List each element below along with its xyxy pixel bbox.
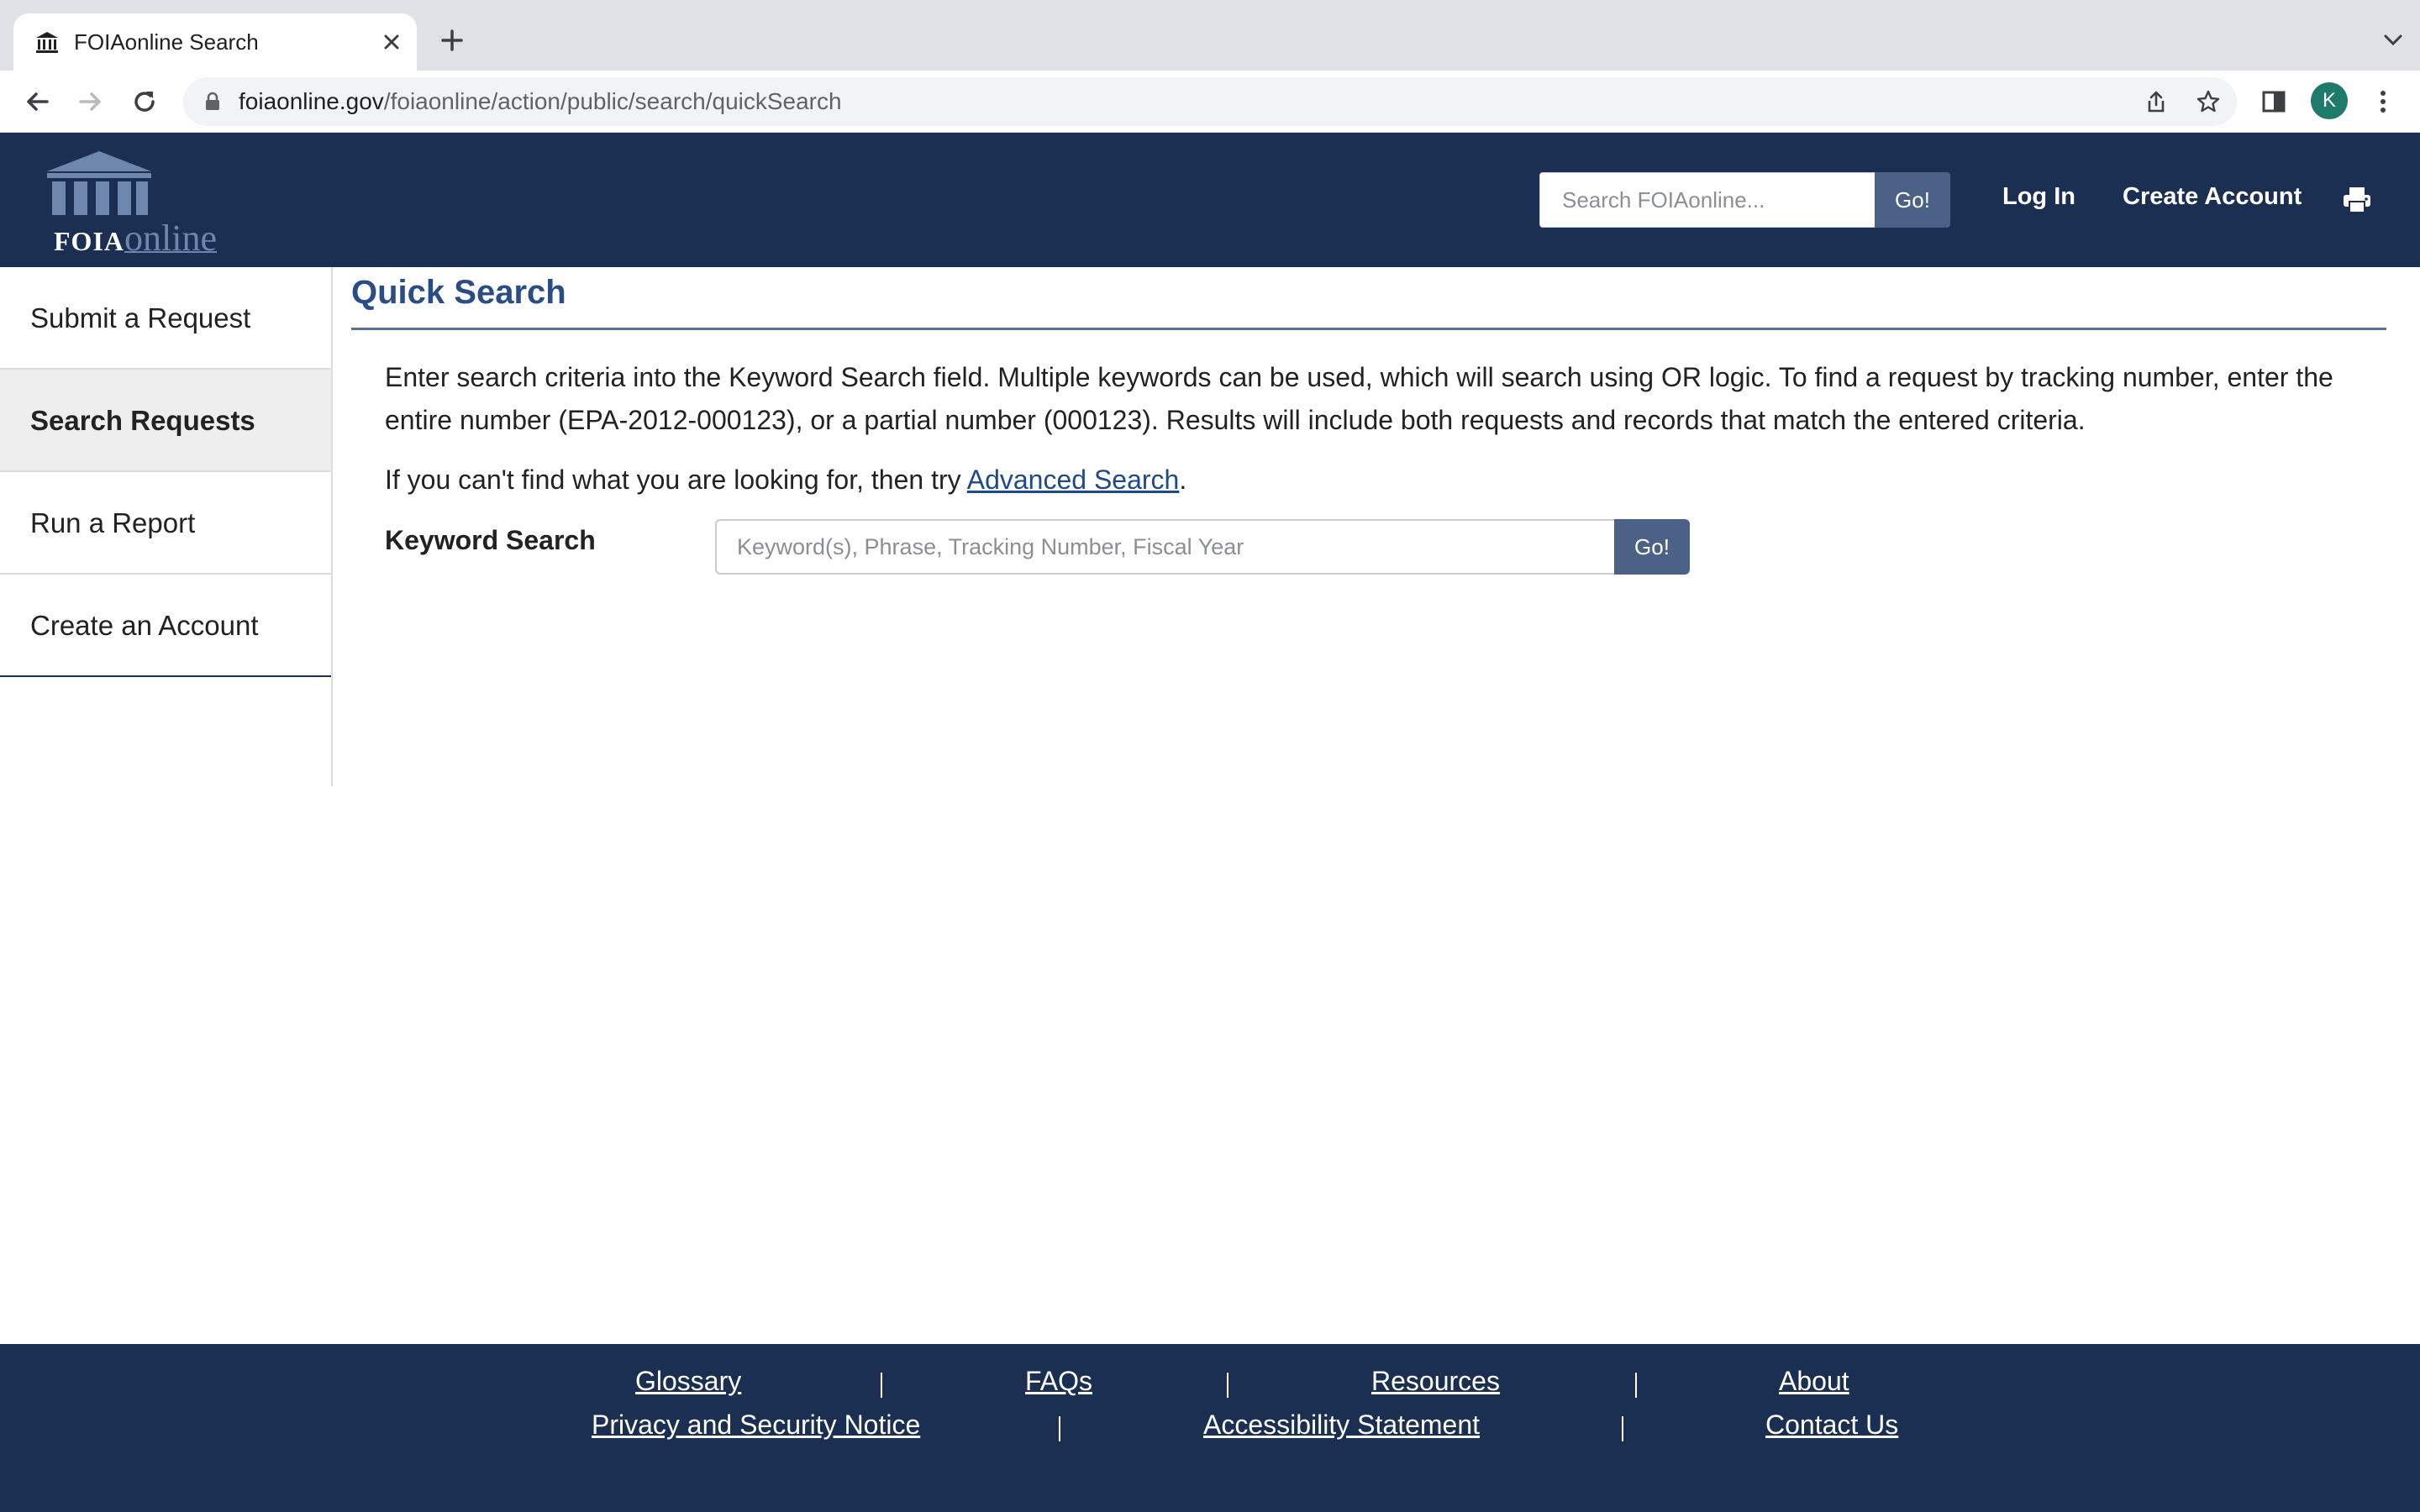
sidebar-item-search-requests[interactable]: Search Requests	[0, 370, 331, 472]
browser-toolbar: foiaonline.gov/foiaonline/action/public/…	[0, 71, 2420, 133]
url-host: foiaonline.gov	[239, 88, 384, 114]
create-account-link[interactable]: Create Account	[2123, 183, 2302, 211]
printer-icon[interactable]	[2341, 185, 2373, 215]
logo-foia-text: FOIA	[54, 226, 124, 256]
title-divider	[351, 328, 2386, 330]
browser-tab[interactable]: FOIAonline Search	[13, 13, 417, 71]
lock-icon	[206, 92, 219, 110]
building-icon	[36, 32, 58, 53]
star-icon[interactable]	[2195, 88, 2222, 115]
footer-separator	[881, 1373, 882, 1398]
side-panel-icon[interactable]	[2257, 85, 2291, 118]
footer-link-contact[interactable]: Contact Us	[1765, 1410, 1898, 1441]
footer-link-about[interactable]: About	[1779, 1366, 1849, 1397]
browser-tabstrip: FOIAonline Search	[0, 0, 2420, 71]
new-tab-plus-icon[interactable]	[435, 24, 469, 57]
advanced-search-link[interactable]: Advanced Search	[967, 465, 1180, 495]
reload-icon[interactable]	[128, 85, 161, 118]
header-search-input[interactable]	[1539, 172, 1876, 228]
keyword-search-label: Keyword Search	[385, 525, 596, 555]
footer-link-glossary[interactable]: Glossary	[635, 1366, 741, 1397]
back-arrow-icon[interactable]	[20, 85, 54, 118]
header-search-go-button[interactable]: Go!	[1875, 172, 1950, 228]
footer-link-privacy[interactable]: Privacy and Security Notice	[592, 1410, 920, 1441]
footer-separator	[1059, 1416, 1060, 1441]
forward-arrow-icon[interactable]	[74, 85, 108, 118]
advanced-search-hint: If you can't find what you are looking f…	[385, 459, 1186, 501]
url-path: /foiaonline/action/public/search/quickSe…	[383, 88, 842, 114]
keyword-search-input[interactable]	[715, 519, 1616, 575]
hint-prefix: If you can't find what you are looking f…	[385, 465, 967, 495]
logo-wordmark: FOIAonline	[54, 217, 217, 260]
more-menu-icon[interactable]	[2366, 85, 2400, 118]
address-bar[interactable]: foiaonline.gov/foiaonline/action/public/…	[183, 77, 2237, 126]
footer-link-accessibility[interactable]: Accessibility Statement	[1203, 1410, 1480, 1441]
sidebar-item-submit-request[interactable]: Submit a Request	[0, 267, 331, 370]
url-text: foiaonline.gov/foiaonline/action/public/…	[239, 88, 842, 115]
chevron-down-icon[interactable]	[2378, 25, 2408, 55]
sidebar-item-create-account[interactable]: Create an Account	[0, 575, 331, 677]
footer-separator	[1622, 1416, 1623, 1441]
footer-link-resources[interactable]: Resources	[1371, 1366, 1500, 1397]
footer-separator	[1635, 1373, 1637, 1398]
tab-title: FOIAonline Search	[74, 29, 259, 55]
page-title: Quick Search	[351, 274, 566, 311]
footer-link-faqs[interactable]: FAQs	[1025, 1366, 1092, 1397]
foiaonline-logo[interactable]: FOIAonline	[37, 150, 239, 259]
share-icon[interactable]	[2143, 88, 2170, 115]
site-footer: Glossary FAQs Resources About Privacy an…	[0, 1344, 2420, 1512]
sidebar-nav: Submit a Request Search Requests Run a R…	[0, 267, 333, 786]
login-link[interactable]: Log In	[2002, 183, 2075, 211]
keyword-search-go-button[interactable]: Go!	[1614, 519, 1690, 575]
sidebar-item-run-report[interactable]: Run a Report	[0, 472, 331, 575]
site-header: FOIAonline Go! Log In Create Account	[0, 133, 2420, 267]
footer-separator	[1227, 1373, 1228, 1398]
close-icon[interactable]	[375, 25, 408, 59]
logo-online-text: online	[124, 218, 217, 259]
profile-avatar[interactable]: K	[2311, 82, 2348, 119]
search-instructions: Enter search criteria into the Keyword S…	[385, 362, 2333, 435]
courthouse-logo-icon	[47, 151, 151, 215]
hint-suffix: .	[1179, 465, 1187, 495]
